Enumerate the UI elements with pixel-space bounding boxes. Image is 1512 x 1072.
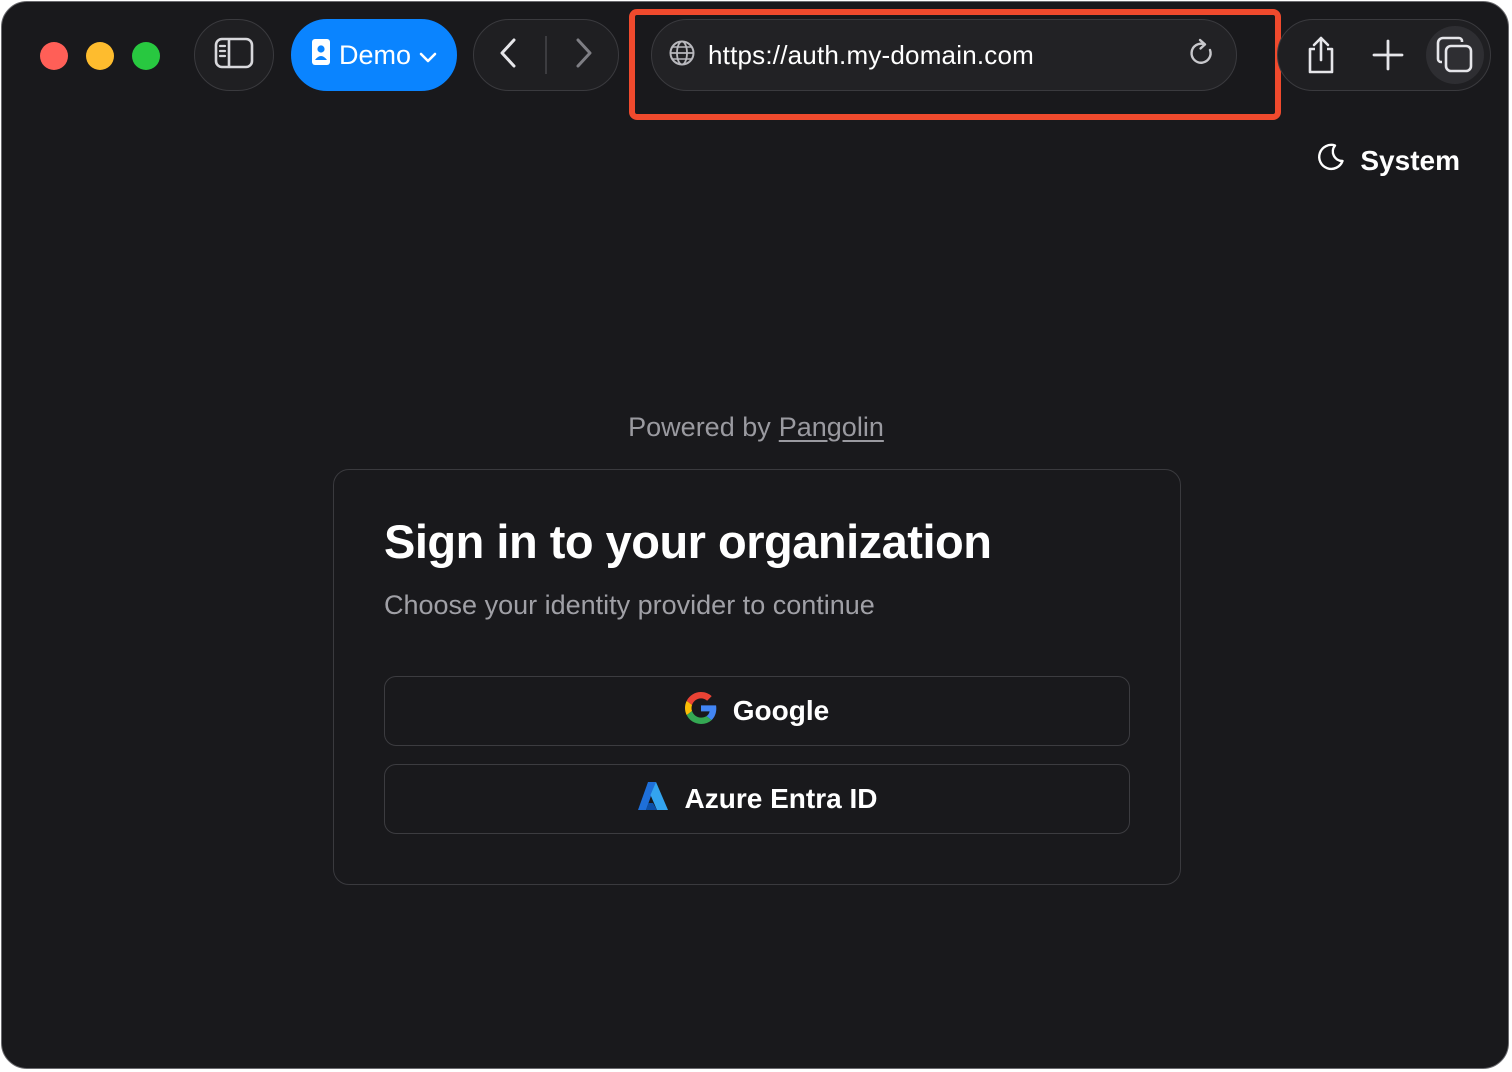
globe-icon [668,39,696,72]
sidebar-icon [214,37,254,74]
share-icon[interactable] [1292,26,1350,84]
profile-label: Demo [338,39,412,70]
theme-label: System [1360,144,1460,176]
sign-in-card: Sign in to your organization Choose your… [333,469,1181,885]
sidebar-toggle-button[interactable] [194,19,274,91]
address-bar[interactable]: https://auth.my-domain.com [651,19,1237,91]
tab-overview-icon[interactable] [1426,26,1484,84]
nav-divider [545,36,547,74]
browser-window: Demo https://auth.my-domain.com System P… [1,1,1509,1069]
google-logo-icon [684,691,717,731]
azure-entra-sign-in-button[interactable]: Azure Entra ID [384,764,1130,834]
powered-by-text: Powered by Pangolin [2,412,1508,443]
google-button-label: Google [732,695,830,726]
reload-icon[interactable] [1188,38,1216,73]
minimize-window-button[interactable] [86,42,114,70]
close-window-button[interactable] [40,42,68,70]
chevron-down-icon [419,40,437,71]
profile-button[interactable]: Demo [291,19,457,91]
card-title: Sign in to your organization [384,515,992,568]
toolbar-actions [1277,19,1491,91]
back-arrow-icon[interactable] [498,37,518,74]
forward-arrow-icon[interactable] [574,37,594,74]
navigation-buttons [473,19,619,91]
theme-toggle[interactable]: System [1316,142,1460,179]
zoom-window-button[interactable] [132,42,160,70]
google-sign-in-button[interactable]: Google [384,676,1130,746]
moon-icon [1316,142,1346,179]
new-tab-plus-icon[interactable] [1359,26,1417,84]
profile-badge-icon [311,38,331,73]
card-subtitle: Choose your identity provider to continu… [384,590,875,620]
azure-logo-icon [637,781,669,818]
url-text: https://auth.my-domain.com [708,39,1034,70]
pangolin-link[interactable]: Pangolin [779,412,884,442]
powered-prefix: Powered by [628,412,771,442]
azure-button-label: Azure Entra ID [684,783,878,814]
